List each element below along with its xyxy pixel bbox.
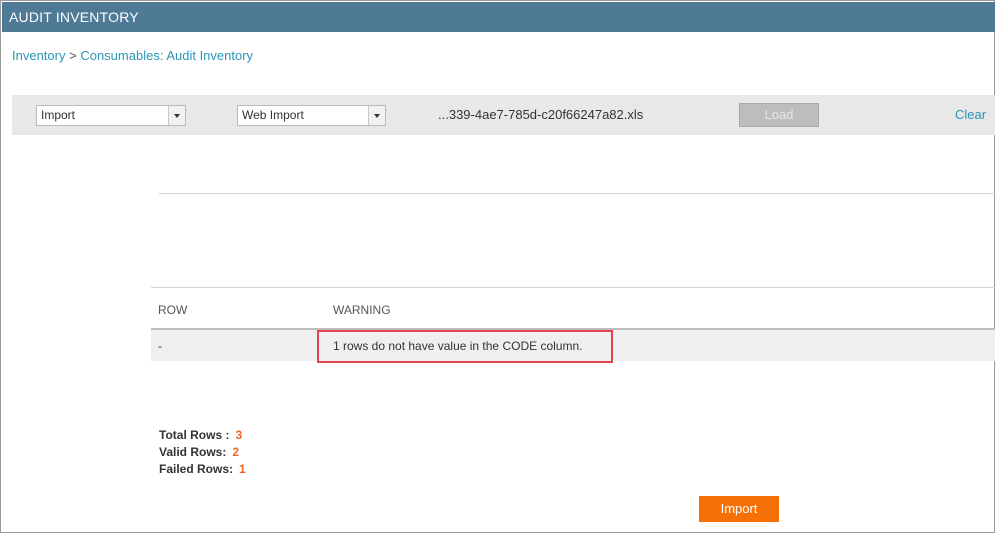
failed-rows-line: Failed Rows: 1 — [159, 461, 246, 478]
table-header: ROW WARNING — [151, 287, 995, 330]
warning-message-cell: 1 rows do not have value in the CODE col… — [317, 330, 613, 363]
total-rows-line: Total Rows : 3 — [159, 427, 246, 444]
divider — [159, 193, 995, 194]
breadcrumb: Inventory > Consumables: Audit Inventory — [12, 48, 253, 63]
breadcrumb-separator: > — [69, 48, 77, 63]
valid-rows-value: 2 — [232, 445, 240, 459]
load-button[interactable]: Load — [739, 103, 819, 127]
app-window: AUDIT INVENTORY Inventory > Consumables:… — [0, 0, 995, 533]
window-title: AUDIT INVENTORY — [2, 2, 995, 32]
chevron-down-icon[interactable] — [368, 106, 385, 125]
selected-filename: ...339-4ae7-785d-c20f66247a82.xls — [438, 107, 644, 122]
import-summary: Total Rows : 3 Valid Rows: 2 Failed Rows: 1 — [159, 427, 246, 478]
table-row: - 1 rows do not have value in the CODE c… — [151, 330, 995, 363]
breadcrumb-audit-inventory-link[interactable]: Consumables: Audit Inventory — [80, 48, 253, 63]
column-header-row: ROW — [158, 303, 188, 317]
valid-rows-line: Valid Rows: 2 — [159, 444, 246, 461]
valid-rows-label: Valid Rows: — [159, 445, 227, 459]
clear-link[interactable]: Clear — [955, 107, 986, 122]
import-toolbar: Import Web Import ...339-4ae7-785d-c20f6… — [12, 95, 995, 135]
import-button[interactable]: Import — [699, 496, 779, 522]
warnings-table: ROW WARNING - 1 rows do not have value i… — [151, 287, 995, 363]
failed-rows-label: Failed Rows: — [159, 462, 234, 476]
source-select-value: Web Import — [242, 108, 304, 122]
source-select[interactable]: Web Import — [237, 105, 386, 126]
chevron-down-icon[interactable] — [168, 106, 185, 125]
mode-select[interactable]: Import — [36, 105, 186, 126]
row-number-cell: - — [158, 339, 162, 353]
total-rows-label: Total Rows : — [159, 428, 230, 442]
mode-select-value: Import — [41, 108, 76, 122]
column-header-warning: WARNING — [333, 303, 391, 317]
total-rows-value: 3 — [235, 428, 243, 442]
failed-rows-value: 1 — [239, 462, 246, 476]
breadcrumb-inventory-link[interactable]: Inventory — [12, 48, 65, 63]
